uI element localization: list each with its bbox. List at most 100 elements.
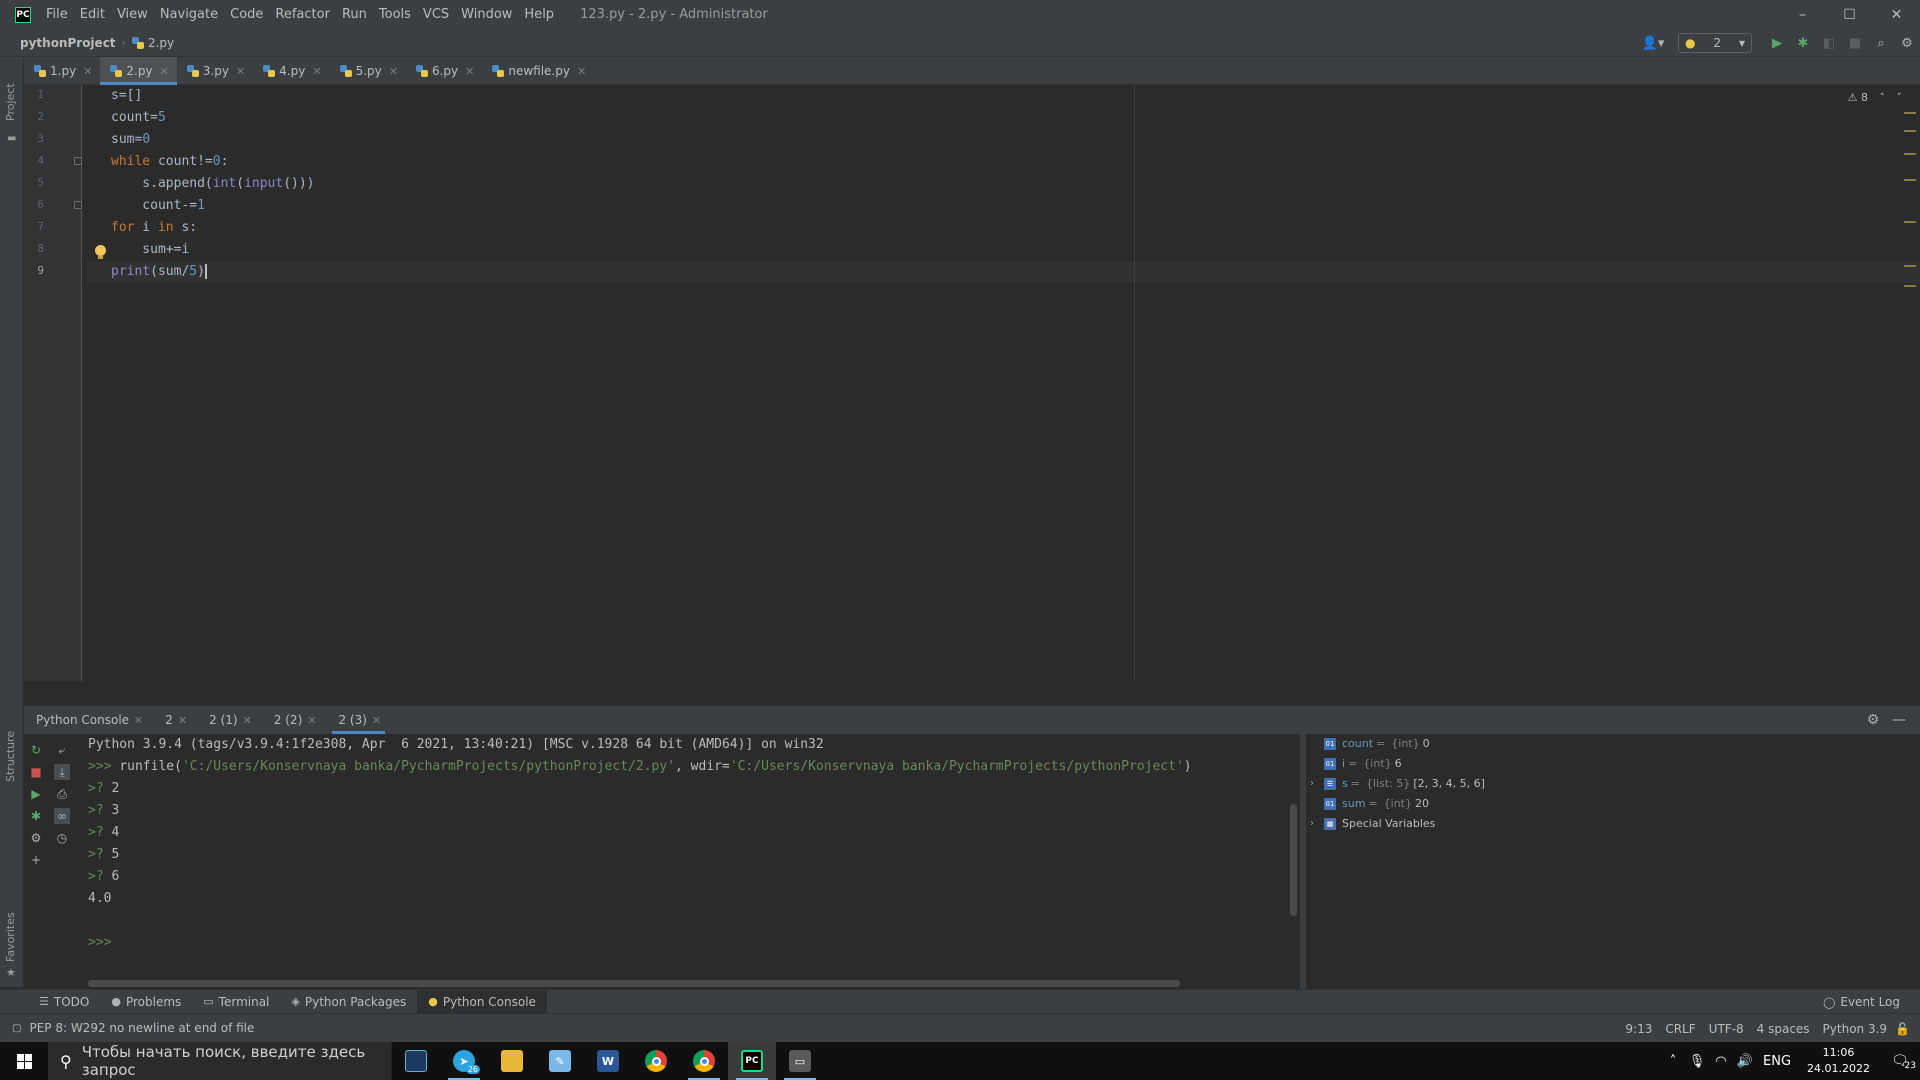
- chrome-profile-app[interactable]: [680, 1042, 728, 1080]
- menu-edit[interactable]: Edit: [74, 7, 111, 22]
- close-icon[interactable]: ✕: [577, 65, 586, 78]
- terminal-tool-button[interactable]: ▭ Terminal: [192, 990, 280, 1014]
- editor-tab-active[interactable]: 2.py ✕: [100, 57, 178, 85]
- close-icon[interactable]: ✕: [236, 65, 245, 78]
- speaker-icon[interactable]: 🔊: [1733, 1054, 1757, 1069]
- close-icon[interactable]: ✕: [134, 714, 143, 727]
- input-language[interactable]: ENG: [1757, 1054, 1797, 1069]
- close-icon[interactable]: ✕: [83, 65, 92, 78]
- problems-tool-button[interactable]: ● Problems: [100, 990, 192, 1014]
- editor-tab[interactable]: 6.py ✕: [406, 57, 482, 85]
- wifi-icon[interactable]: ◠: [1709, 1054, 1733, 1069]
- close-icon[interactable]: ✕: [307, 714, 316, 727]
- editor-tab[interactable]: 3.py ✕: [177, 57, 253, 85]
- maximize-button[interactable]: ☐: [1826, 0, 1873, 29]
- python-packages-tool-button[interactable]: ◈ Python Packages: [280, 990, 417, 1014]
- chrome-app[interactable]: [632, 1042, 680, 1080]
- file-explorer-app[interactable]: [488, 1042, 536, 1080]
- breadcrumb-project[interactable]: pythonProject: [20, 36, 116, 50]
- line-separator[interactable]: CRLF: [1665, 1022, 1695, 1036]
- console-tab[interactable]: 2 (2) ✕: [262, 706, 327, 734]
- structure-tool-button[interactable]: Structure: [4, 731, 17, 782]
- menu-tools[interactable]: Tools: [373, 7, 417, 22]
- variable-row[interactable]: 01 sum = {int} 20: [1324, 794, 1429, 814]
- settings-gear-icon[interactable]: ⚙: [1894, 29, 1920, 57]
- python-console-tool-button[interactable]: ● Python Console: [417, 989, 547, 1014]
- run-icon[interactable]: ▶: [1764, 29, 1790, 57]
- add-icon[interactable]: +: [28, 852, 44, 868]
- run-icon[interactable]: ▶: [28, 786, 44, 802]
- debug-icon[interactable]: ✱: [28, 808, 44, 824]
- code-editor[interactable]: 1 2 3 4 5 6 7 8 9 s=[] count=5 sum=0 whi…: [24, 85, 1920, 681]
- editor-tab[interactable]: newfile.py ✕: [482, 57, 594, 85]
- user-icon[interactable]: 👤▾: [1638, 36, 1668, 51]
- fold-icon[interactable]: [74, 157, 82, 165]
- console-vertical-scrollbar[interactable]: [1290, 804, 1297, 916]
- variable-row[interactable]: 01 i = {int} 6: [1324, 754, 1402, 774]
- close-icon[interactable]: ✕: [160, 65, 169, 78]
- console-tab[interactable]: 2 (1) ✕: [197, 706, 262, 734]
- menu-vcs[interactable]: VCS: [417, 7, 455, 22]
- stop-icon[interactable]: ■: [28, 764, 44, 780]
- status-message[interactable]: ▢ PEP 8: W292 no newline at end of file: [12, 1021, 254, 1035]
- menu-refactor[interactable]: Refactor: [269, 7, 336, 22]
- notification-center-icon[interactable]: 🗨 23: [1880, 1053, 1920, 1071]
- scroll-to-end-icon[interactable]: ⤓: [54, 764, 70, 780]
- close-icon[interactable]: ✕: [312, 65, 321, 78]
- settings-gear-icon[interactable]: ⚙: [1860, 712, 1886, 728]
- fold-icon[interactable]: [74, 201, 82, 209]
- taskbar-search-box[interactable]: ⚲ Чтобы начать поиск, введите здесь запр…: [48, 1042, 392, 1080]
- error-stripe[interactable]: [1902, 85, 1920, 681]
- event-log-tool-button[interactable]: ◯ Event Log: [1823, 990, 1900, 1014]
- menu-view[interactable]: View: [111, 7, 154, 22]
- editor-tab[interactable]: 4.py ✕: [253, 57, 329, 85]
- soft-wrap-icon[interactable]: ⤶: [54, 742, 70, 758]
- menu-window[interactable]: Window: [455, 7, 518, 22]
- file-encoding[interactable]: UTF-8: [1709, 1022, 1744, 1036]
- variable-row[interactable]: › ▦ Special Variables: [1310, 814, 1435, 834]
- word-app[interactable]: W: [584, 1042, 632, 1080]
- task-view-button[interactable]: [392, 1042, 440, 1080]
- chevron-up-icon[interactable]: ˄: [1661, 1054, 1685, 1069]
- console-horizontal-scrollbar[interactable]: [88, 980, 1180, 987]
- warning-marker[interactable]: [1904, 112, 1916, 114]
- history-clock-icon[interactable]: ◷: [54, 830, 70, 846]
- inspection-widget[interactable]: ⚠ 8 ˄ ˅: [1848, 91, 1902, 104]
- console-tab[interactable]: Python Console ✕: [24, 706, 153, 734]
- show-variables-icon[interactable]: ∞: [54, 808, 70, 824]
- close-icon[interactable]: ✕: [372, 714, 381, 727]
- expand-arrow-icon[interactable]: ›: [1310, 774, 1314, 794]
- breadcrumb-file[interactable]: 2.py: [131, 36, 174, 50]
- menu-file[interactable]: File: [40, 7, 74, 22]
- indent-setting[interactable]: 4 spaces: [1757, 1022, 1810, 1036]
- search-icon[interactable]: ⌕: [1868, 29, 1894, 57]
- favorites-tool-button[interactable]: Favorites: [4, 912, 17, 962]
- close-icon[interactable]: ✕: [465, 65, 474, 78]
- close-icon[interactable]: ✕: [389, 65, 398, 78]
- hide-panel-icon[interactable]: —: [1886, 712, 1912, 728]
- pycharm-logo-icon[interactable]: PC: [15, 6, 31, 23]
- python-app[interactable]: ▭: [776, 1042, 824, 1080]
- debug-icon[interactable]: ✱: [1790, 29, 1816, 57]
- warning-marker[interactable]: [1904, 221, 1916, 223]
- console-output[interactable]: Python 3.9.4 (tags/v3.9.4:1f2e308, Apr 6…: [88, 734, 1314, 984]
- lock-icon[interactable]: 🔓: [1895, 1022, 1910, 1036]
- start-button[interactable]: [0, 1042, 48, 1080]
- line-number-gutter[interactable]: 1 2 3 4 5 6 7 8 9: [24, 85, 106, 681]
- variable-row[interactable]: › ☰ s = {list: 5} [2, 3, 4, 5, 6]: [1310, 774, 1485, 794]
- variable-row[interactable]: 01 count = {int} 0: [1324, 734, 1430, 754]
- settings-gear-icon[interactable]: ⚙: [28, 830, 44, 846]
- menu-navigate[interactable]: Navigate: [154, 7, 224, 22]
- editor-tab[interactable]: 5.py ✕: [330, 57, 406, 85]
- telegram-app[interactable]: ➤ 26: [440, 1042, 488, 1080]
- menu-run[interactable]: Run: [336, 7, 373, 22]
- todo-tool-button[interactable]: ☰ TODO: [28, 990, 100, 1014]
- run-config-select[interactable]: ● 2 ▾: [1678, 33, 1752, 53]
- console-prompt-empty[interactable]: >>>: [88, 932, 111, 954]
- coverage-icon[interactable]: ◧: [1816, 29, 1842, 57]
- warning-marker[interactable]: [1904, 285, 1916, 287]
- close-icon[interactable]: ✕: [243, 714, 252, 727]
- console-tab-active[interactable]: 2 (3) ✕: [326, 706, 391, 734]
- microphone-icon[interactable]: 🎙: [1685, 1054, 1709, 1069]
- close-button[interactable]: ✕: [1873, 0, 1920, 29]
